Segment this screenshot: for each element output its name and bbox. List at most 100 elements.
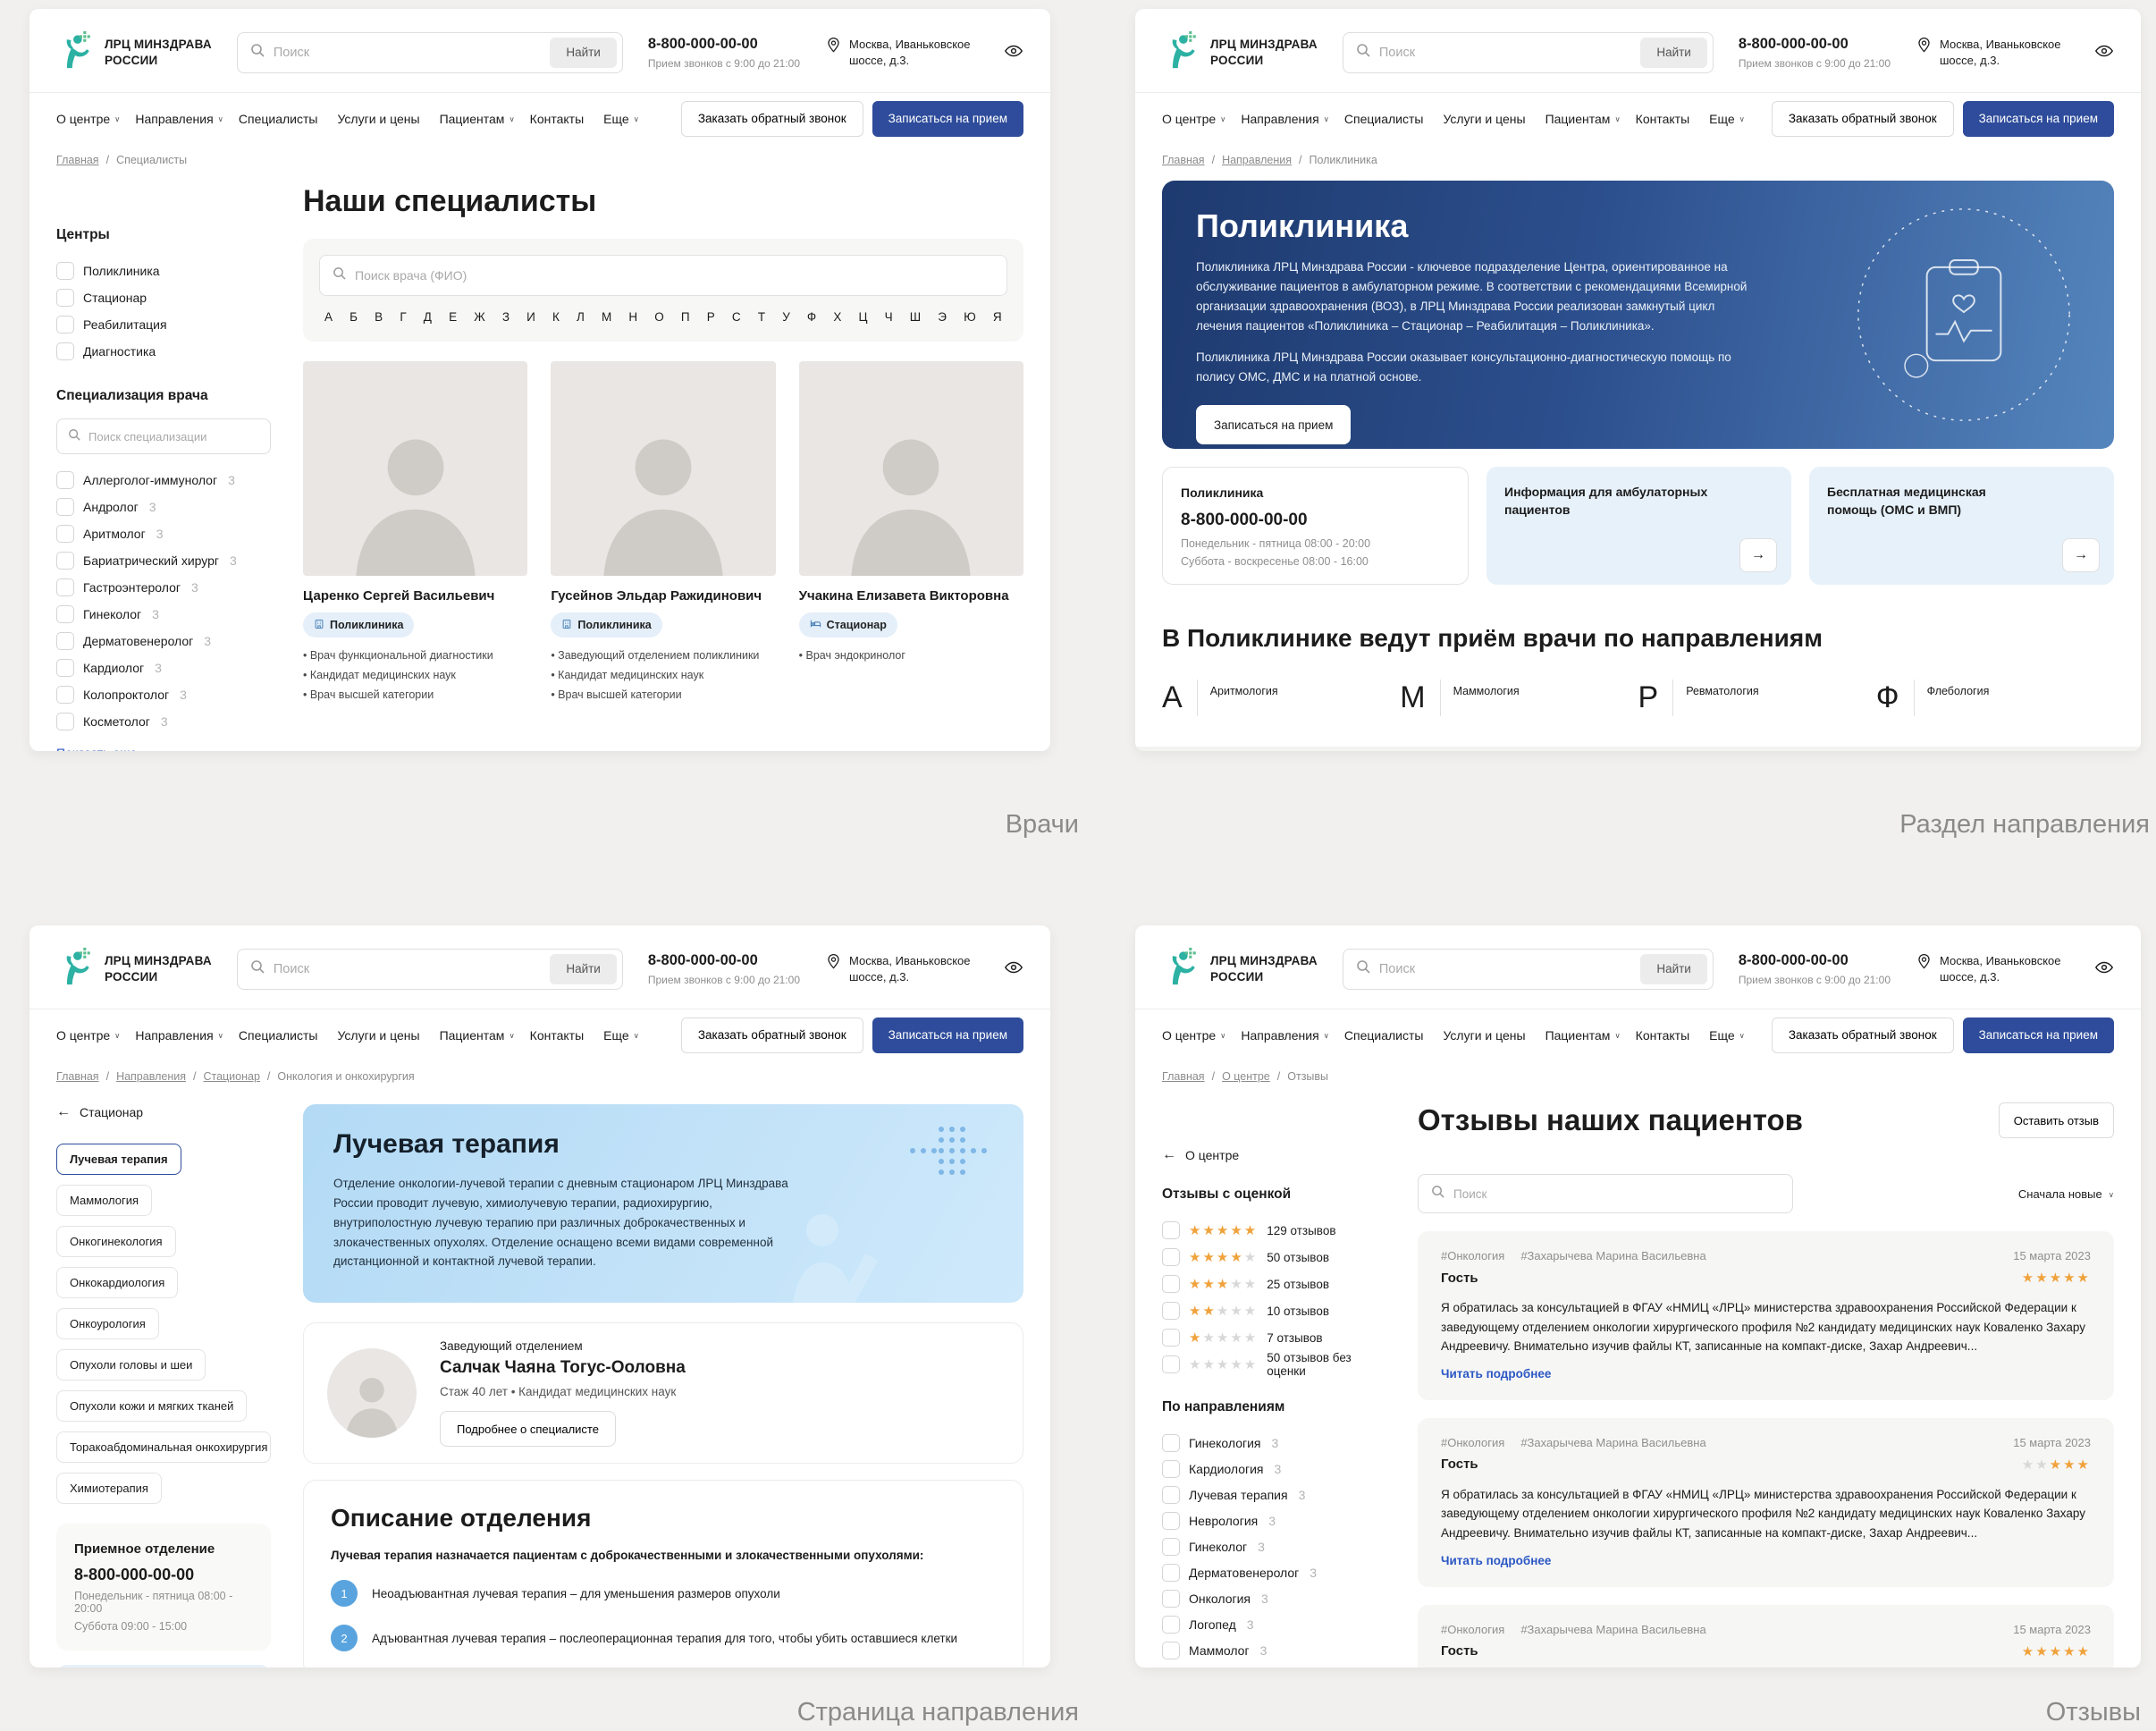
appointment-button[interactable]: Записаться на прием <box>1962 100 2114 137</box>
rating-filter-checkbox[interactable]: ★★★★★ 10 отзывов <box>1162 1297 1385 1324</box>
breadcrumb-item[interactable]: О центре <box>1205 1070 1270 1083</box>
doctor-details-button[interactable]: Подробнее о специалисте <box>440 1411 616 1447</box>
nav-item[interactable]: О центре ∨ <box>1162 1028 1225 1043</box>
alphabet-letter[interactable]: Э <box>938 310 947 324</box>
alphabet-letter[interactable]: Г <box>400 310 406 324</box>
checkbox[interactable] <box>1162 1248 1180 1266</box>
phone-number[interactable]: 8-800-000-00-00 <box>1739 36 1891 53</box>
alphabet-letter[interactable]: Ф <box>807 310 816 324</box>
center-filter-checkbox[interactable]: Стационар <box>56 284 271 311</box>
alphabet-letter[interactable]: Т <box>758 310 765 324</box>
direction-filter-checkbox[interactable]: Онкология 3 <box>1162 1585 1385 1611</box>
accessibility-eye-icon[interactable] <box>2094 958 2114 980</box>
center-filter-checkbox[interactable]: Реабилитация <box>56 311 271 338</box>
callback-button[interactable]: Заказать обратный звонок <box>680 100 863 137</box>
checkbox[interactable] <box>1162 1221 1180 1239</box>
sort-selector[interactable]: Сначала новые ∨ <box>2018 1187 2114 1201</box>
nav-item[interactable]: Специалисты <box>239 112 323 126</box>
direction-item[interactable]: А Аритмология <box>1162 680 1401 717</box>
phone-block[interactable]: 8-800-000-00-00 Прием звонков с 9:00 до … <box>1739 952 1891 986</box>
doctor-name[interactable]: Учакина Елизавета Викторовна <box>799 588 1023 604</box>
nav-item[interactable]: Услуги и цены <box>1443 1028 1529 1043</box>
direction-filter-checkbox[interactable]: Дерматовенеролог 3 <box>1162 1559 1385 1585</box>
contact-card-phone[interactable]: 8-800-000-00-00 <box>1181 511 1450 530</box>
nav-item[interactable]: Услуги и цены <box>1443 112 1529 126</box>
nav-item[interactable]: Еще ∨ <box>1709 1028 1745 1043</box>
checkbox[interactable] <box>1162 1511 1180 1530</box>
show-more-link[interactable]: Показать еще <box>56 746 137 751</box>
spec-search-input[interactable] <box>88 429 259 443</box>
direction-filter-checkbox[interactable]: Кардиология 3 <box>1162 1456 1385 1482</box>
alphabet-letter[interactable]: Х <box>833 310 841 324</box>
breadcrumb-item[interactable]: Отзывы <box>1270 1070 1328 1083</box>
direction-menu-item[interactable]: Химиотерапия <box>56 1473 162 1504</box>
checkbox[interactable] <box>56 316 74 334</box>
nav-item[interactable]: О центре ∨ <box>56 112 120 126</box>
direction-filter-checkbox[interactable]: Маммолог 3 <box>1162 1637 1385 1663</box>
nav-item[interactable]: Контакты <box>1636 1028 1694 1043</box>
breadcrumb-item[interactable]: Поликлиника <box>1292 154 1377 166</box>
checkbox[interactable] <box>1162 1563 1180 1582</box>
info-link-card[interactable]: Информация для амбулаторных пациентов → <box>1486 467 1791 586</box>
alphabet-letter[interactable]: Е <box>449 310 457 324</box>
checkbox[interactable] <box>1162 1641 1180 1659</box>
direction-filter-checkbox[interactable]: Логопед 3 <box>1162 1611 1385 1637</box>
direction-link[interactable]: Флебология <box>1913 680 2114 717</box>
nav-item[interactable]: Направления ∨ <box>1241 1028 1329 1043</box>
doctor-card[interactable]: Учакина Елизавета Викторовна Стационар •… <box>798 361 1023 705</box>
direction-filter-checkbox[interactable]: Гинекология 3 <box>1162 1430 1385 1456</box>
rating-filter-checkbox[interactable]: ★★★★★ 7 отзывов <box>1162 1324 1385 1351</box>
breadcrumb-item[interactable]: Стационар <box>186 1070 259 1083</box>
doctor-search-input[interactable] <box>355 268 994 283</box>
checkbox[interactable] <box>1162 1615 1180 1634</box>
alphabet-letter[interactable]: М <box>602 310 611 324</box>
checkbox[interactable] <box>56 471 74 489</box>
checkbox[interactable] <box>1162 1302 1180 1320</box>
nav-item[interactable]: Контакты <box>1636 112 1694 126</box>
phone-block[interactable]: 8-800-000-00-00 Прием звонков с 9:00 до … <box>648 36 800 70</box>
nav-item[interactable]: Еще ∨ <box>1709 112 1745 126</box>
doctor-name[interactable]: Царенко Сергей Васильевич <box>303 588 527 604</box>
read-more-link[interactable]: Читать подробнее <box>1441 1367 1551 1381</box>
breadcrumb-item[interactable]: Специалисты <box>99 154 187 166</box>
appointment-button[interactable]: Записаться на прием <box>872 1017 1023 1053</box>
alphabet-letter[interactable]: Ю <box>964 310 976 324</box>
checkbox[interactable] <box>56 713 74 730</box>
back-link[interactable]: ← О центре <box>1162 1147 1385 1163</box>
search-find-button[interactable]: Найти <box>1640 37 1707 68</box>
rating-filter-checkbox[interactable]: ★★★★★ 129 отзывов <box>1162 1217 1385 1244</box>
reviews-search-input[interactable] <box>1453 1186 1780 1201</box>
direction-filter-checkbox[interactable]: Лучевая терапия 3 <box>1162 1482 1385 1507</box>
review-tag[interactable]: #Онкология <box>1441 1249 1504 1262</box>
back-link[interactable]: ← Стационар <box>56 1104 271 1120</box>
spec-filter-checkbox[interactable]: Колопроктолог 3 <box>56 681 271 708</box>
checkbox[interactable] <box>1162 1459 1180 1478</box>
center-filter-checkbox[interactable]: Диагностика <box>56 338 271 365</box>
spec-filter-checkbox[interactable]: Гастроэнтеролог 3 <box>56 574 271 601</box>
search-input[interactable] <box>273 961 542 976</box>
nav-item[interactable]: Пациентам ∨ <box>1545 1028 1621 1043</box>
direction-menu-item[interactable]: Онкокардиология <box>56 1267 179 1298</box>
direction-menu-item[interactable]: Маммология <box>56 1185 153 1216</box>
review-tag[interactable]: #Захарычева Марина Васильевна <box>1520 1249 1705 1262</box>
checkbox[interactable] <box>56 578 74 596</box>
direction-menu-item[interactable]: Онкогинекология <box>56 1226 176 1257</box>
nav-item[interactable]: Направления ∨ <box>135 112 223 126</box>
address-block[interactable]: Москва, Иваньковское шоссе, д.3. <box>825 37 979 68</box>
direction-link[interactable]: Аритмология <box>1196 680 1401 717</box>
direction-filter-checkbox[interactable]: Гинеколог 3 <box>1162 1533 1385 1559</box>
nav-item[interactable]: Специалисты <box>1344 112 1428 126</box>
breadcrumb-item[interactable]: Главная <box>1162 1070 1205 1083</box>
spec-filter-checkbox[interactable]: Дерматовенеролог 3 <box>56 628 271 654</box>
checkbox[interactable] <box>56 342 74 360</box>
alphabet-letter[interactable]: С <box>732 310 741 324</box>
checkbox[interactable] <box>1162 1485 1180 1504</box>
nav-item[interactable]: Контакты <box>530 112 588 126</box>
doctor-name[interactable]: Гусейнов Эльдар Ражидинович <box>551 588 775 604</box>
nav-item[interactable]: О центре ∨ <box>1162 112 1225 126</box>
rating-filter-checkbox[interactable]: ★★★★★ 50 отзывов <box>1162 1244 1385 1271</box>
spec-filter-checkbox[interactable]: Косметолог 3 <box>56 708 271 735</box>
checkbox[interactable] <box>1162 1589 1180 1608</box>
alphabet-letter[interactable]: З <box>502 310 510 324</box>
checkbox[interactable] <box>56 552 74 570</box>
